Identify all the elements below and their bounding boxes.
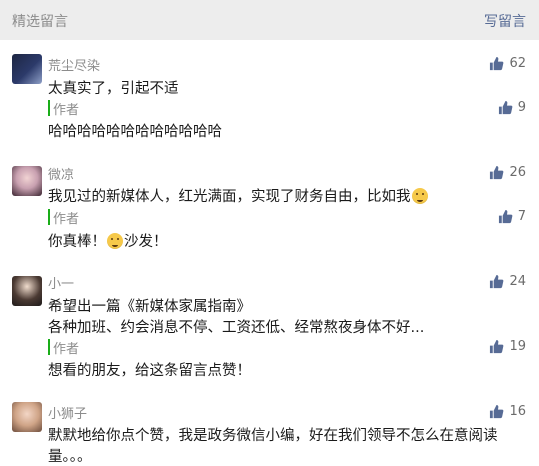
comment-content: 我见过的新媒体人，红光满面，实现了财务自由，比如我 bbox=[48, 185, 429, 206]
reply-content: 哈哈哈哈哈哈哈哈哈哈哈哈 bbox=[48, 124, 222, 140]
reply-like-button[interactable]: 7 bbox=[498, 207, 526, 225]
avatar bbox=[12, 54, 42, 84]
like-button[interactable]: 62 bbox=[489, 54, 526, 72]
comment-nickname: 小一 bbox=[48, 277, 75, 292]
comment-text: 我见过的新媒体人，红光满面，实现了财务自由，比如我 bbox=[48, 189, 411, 205]
thumbs-up-icon bbox=[498, 100, 513, 114]
reply-author-label: 作者 bbox=[53, 212, 80, 227]
author-reply-bar bbox=[48, 100, 50, 116]
reply-text-part: 沙发！ bbox=[124, 234, 168, 250]
comment-nickname: 微凉 bbox=[48, 168, 75, 183]
like-count: 62 bbox=[509, 55, 526, 71]
thumbs-up-icon bbox=[490, 339, 504, 353]
write-comment-button[interactable]: 写留言 bbox=[484, 11, 526, 31]
thumbs-up-icon bbox=[490, 274, 504, 288]
reply-content: 想看的朋友，给这条留言点赞！ bbox=[48, 363, 251, 379]
reply-content: 你真棒！ 沙发！ bbox=[48, 230, 168, 251]
like-count: 19 bbox=[509, 338, 526, 354]
comment-content-line2: 各种加班、约会消息不停、工资还低、经常熬夜身体不好... bbox=[48, 320, 425, 336]
comment-nickname: 荒尘尽染 bbox=[48, 59, 101, 74]
reply-author-label: 作者 bbox=[53, 342, 80, 357]
like-count: 7 bbox=[517, 208, 526, 224]
like-button[interactable]: 16 bbox=[489, 402, 526, 420]
like-count: 9 bbox=[517, 99, 526, 115]
smiling-emoji-icon bbox=[107, 233, 123, 249]
thumbs-up-icon bbox=[498, 209, 513, 223]
like-count: 24 bbox=[509, 273, 526, 289]
thinking-emoji-icon bbox=[411, 188, 428, 204]
like-button[interactable]: 26 bbox=[489, 163, 526, 181]
section-title: 精选留言 bbox=[12, 14, 68, 30]
reply-text-part: 你真棒！ bbox=[48, 234, 106, 250]
comment-content-line2: 量。。。 bbox=[48, 449, 92, 465]
comment-content-line1: 默默地给你点个赞，我是政务微信小编，好在我们领导不怎么在意阅读 bbox=[48, 428, 498, 444]
reply-like-button[interactable]: 19 bbox=[489, 337, 526, 355]
comment-nickname: 小狮子 bbox=[48, 407, 88, 422]
thumbs-up-icon bbox=[490, 404, 504, 418]
like-button[interactable]: 24 bbox=[489, 272, 526, 290]
comments-header: 精选留言 写留言 bbox=[0, 0, 539, 40]
author-reply-bar bbox=[48, 339, 50, 355]
avatar bbox=[12, 166, 42, 196]
thumbs-up-icon bbox=[490, 165, 504, 179]
reply-like-button[interactable]: 9 bbox=[498, 98, 526, 116]
avatar bbox=[12, 402, 42, 432]
comment-content-line1: 希望出一篇《新媒体家属指南》 bbox=[48, 299, 251, 315]
author-reply-bar bbox=[48, 209, 50, 225]
reply-author-label: 作者 bbox=[53, 103, 80, 118]
like-count: 16 bbox=[509, 403, 526, 419]
like-count: 26 bbox=[509, 164, 526, 180]
thumbs-up-icon bbox=[490, 56, 504, 70]
comment-content: 太真实了，引起不适 bbox=[48, 81, 179, 97]
avatar bbox=[12, 276, 42, 306]
